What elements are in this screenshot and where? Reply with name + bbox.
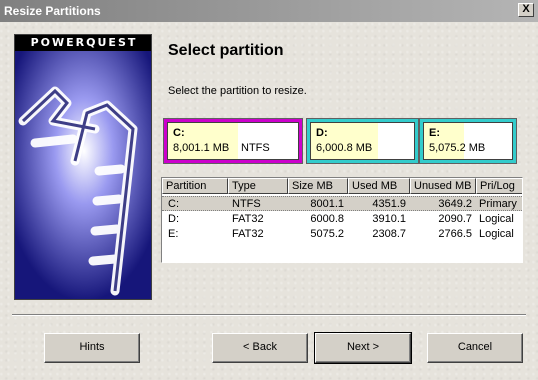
partition-size: 5,075.2 MB: [429, 142, 486, 154]
cell-used: 2308.7: [372, 228, 406, 240]
cell-type: NTFS: [232, 198, 261, 210]
window-title: Resize Partitions: [4, 4, 101, 18]
cell-partition: D:: [168, 213, 179, 225]
table-row[interactable]: D: FAT32 6000.8 3910.1 2090.7 Logical: [162, 212, 522, 227]
cell-used: 3910.1: [372, 213, 406, 225]
cell-type: FAT32: [232, 228, 264, 240]
column-header-type[interactable]: Type: [228, 178, 288, 194]
partition-size: 6,000.8 MB: [316, 142, 373, 154]
partition-card-e[interactable]: E: 5,075.2 MB: [419, 118, 517, 164]
close-button[interactable]: X: [518, 3, 534, 17]
partition-card-c[interactable]: C: 8,001.1 MB NTFS: [163, 118, 303, 164]
partition-filesystem: NTFS: [241, 142, 270, 154]
column-header-partition[interactable]: Partition: [162, 178, 228, 194]
separator-line: [12, 314, 526, 316]
partition-letter: C:: [173, 127, 185, 139]
table-row[interactable]: E: FAT32 5075.2 2308.7 2766.5 Logical: [162, 227, 522, 242]
back-button[interactable]: < Back: [212, 333, 308, 363]
powerquest-banner: POWERQUEST: [14, 34, 152, 300]
partition-table[interactable]: Partition Type Size MB Used MB Unused MB…: [161, 177, 523, 263]
title-bar[interactable]: Resize Partitions X: [0, 0, 538, 22]
column-header-prilog[interactable]: Pri/Log: [476, 178, 522, 194]
cell-prilog: Logical: [479, 213, 514, 225]
page-title: Select partition: [168, 42, 284, 59]
close-icon: X: [522, 3, 530, 15]
partition-letter: E:: [429, 127, 440, 139]
cell-partition: E:: [168, 228, 179, 240]
cell-unused: 2766.5: [438, 228, 472, 240]
cancel-button[interactable]: Cancel: [427, 333, 523, 363]
cell-size: 5075.2: [310, 228, 344, 240]
cell-prilog: Logical: [479, 228, 514, 240]
cell-prilog: Primary: [479, 198, 517, 210]
partition-card-inner: D: 6,000.8 MB: [310, 122, 415, 160]
cell-partition: C:: [168, 198, 179, 210]
resize-partitions-dialog: Resize Partitions X POWERQUEST Select pa…: [0, 0, 538, 380]
brand-logo: POWERQUEST: [15, 35, 151, 51]
banner-artwork: [15, 51, 151, 299]
cell-unused: 2090.7: [438, 213, 472, 225]
hints-button[interactable]: Hints: [44, 333, 140, 363]
partition-card-inner: E: 5,075.2 MB: [423, 122, 513, 160]
partition-card-d[interactable]: D: 6,000.8 MB: [306, 118, 419, 164]
cell-unused: 3649.2: [438, 198, 472, 210]
partition-size: 8,001.1 MB: [173, 142, 230, 154]
cell-type: FAT32: [232, 213, 264, 225]
column-header-used[interactable]: Used MB: [348, 178, 410, 194]
column-header-unused[interactable]: Unused MB: [410, 178, 476, 194]
instruction-text: Select the partition to resize.: [168, 85, 307, 97]
cell-used: 4351.9: [372, 198, 406, 210]
partition-letter: D:: [316, 127, 328, 139]
column-header-size[interactable]: Size MB: [288, 178, 348, 194]
partition-card-inner: C: 8,001.1 MB NTFS: [167, 122, 299, 160]
wizard-content: POWERQUEST Select partition Select the p…: [0, 22, 538, 380]
table-row[interactable]: C: NTFS 8001.1 4351.9 3649.2 Primary: [162, 196, 522, 211]
cell-size: 8001.1: [310, 198, 344, 210]
table-header: Partition Type Size MB Used MB Unused MB…: [162, 178, 522, 194]
next-button[interactable]: Next >: [314, 332, 412, 364]
cell-size: 6000.8: [310, 213, 344, 225]
